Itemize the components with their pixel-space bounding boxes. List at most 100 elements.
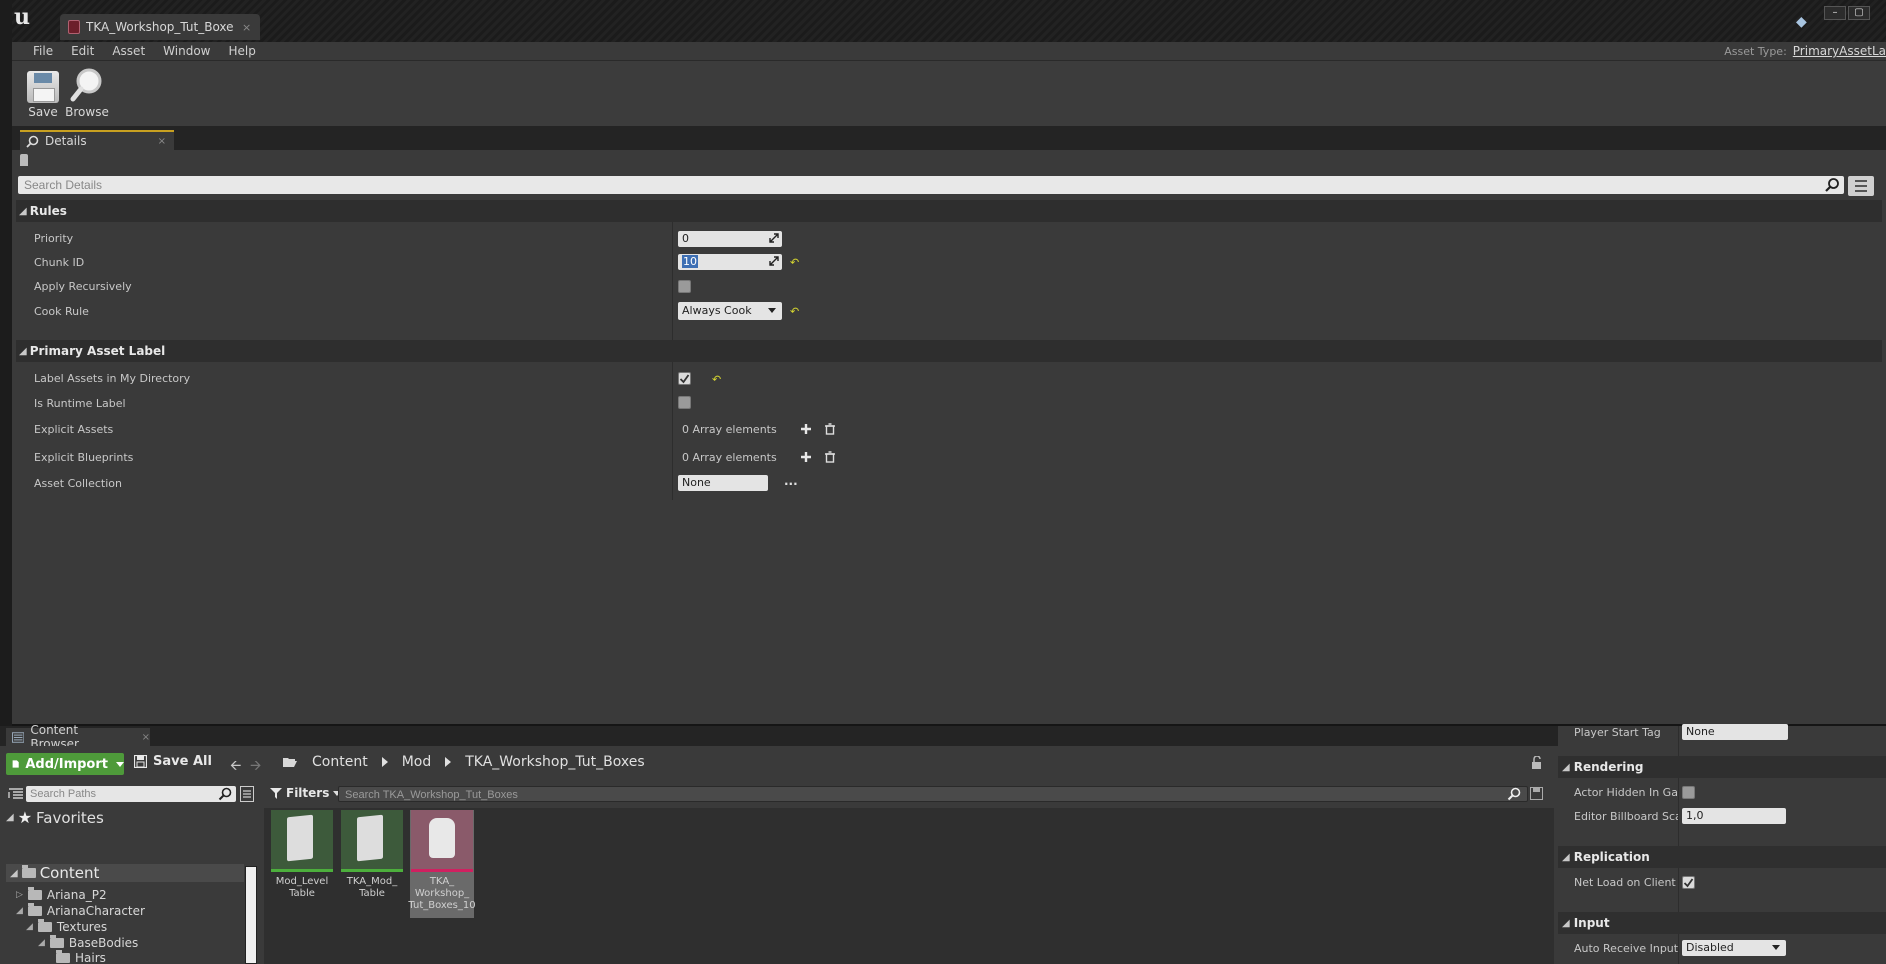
details-tab[interactable]: Details × (20, 130, 174, 150)
content-browser-icon (12, 731, 25, 743)
menu-edit[interactable]: Edit (62, 44, 103, 58)
unreal-logo-icon: u (14, 4, 30, 30)
favorites-section[interactable]: ◢ ★ Favorites (6, 808, 104, 827)
category-replication[interactable]: ◢ Replication (1558, 846, 1886, 868)
folder-icon (56, 950, 70, 963)
property-explicit-blueprints: Explicit Blueprints (16, 445, 1882, 469)
property-chunk-id: Chunk ID (16, 250, 1882, 274)
add-import-button[interactable]: Add/Import (6, 753, 124, 775)
search-paths-input[interactable] (26, 786, 226, 802)
breadcrumb-mod[interactable]: Mod (402, 754, 432, 770)
close-tab-icon[interactable]: × (242, 21, 251, 34)
net-load-checkbox[interactable] (1682, 876, 1695, 889)
player-start-tag-input[interactable]: None (1682, 724, 1788, 740)
close-details-icon[interactable]: × (158, 136, 166, 147)
category-input[interactable]: ◢ Input (1558, 912, 1886, 934)
title-bar[interactable]: u TKA_Workshop_Tut_Boxe × ◆ – ▢ (12, 0, 1886, 42)
category-rendering[interactable]: ◢ Rendering (1558, 756, 1886, 778)
reset-to-default-icon[interactable]: ↶ (790, 256, 799, 269)
minimize-button[interactable]: – (1824, 6, 1846, 20)
reset-to-default-icon[interactable]: ↶ (790, 305, 799, 318)
auto-receive-input-dropdown[interactable]: Disabled (1682, 940, 1786, 956)
tree-item-ariana-p2[interactable]: ▷ Ariana_P2 (16, 887, 107, 902)
tree-item-textures[interactable]: ◢ Textures (26, 919, 107, 934)
add-element-icon[interactable] (800, 423, 812, 435)
sources-toggle-icon[interactable] (8, 788, 24, 800)
tree-item-hairs[interactable]: Hairs (56, 950, 106, 964)
asset-search-input[interactable] (339, 788, 1489, 802)
category-primary-asset-label[interactable]: ◢ Primary Asset Label (16, 340, 1882, 362)
spin-drag-icon[interactable] (769, 256, 779, 266)
add-element-icon[interactable] (800, 451, 812, 463)
content-browser-tab[interactable]: Content Browser × (6, 723, 150, 751)
explicit-assets-label: Explicit Assets (34, 422, 114, 436)
chunk-id-input[interactable]: 10 (678, 254, 782, 270)
category-rendering-label: Rendering (1573, 760, 1644, 774)
breadcrumb-current[interactable]: TKA_Workshop_Tut_Boxes (465, 754, 644, 770)
tree-item-basebodies[interactable]: ◢ BaseBodies (38, 935, 138, 950)
asset-name: Mod_Level Table (275, 876, 329, 899)
label-assets-checkbox[interactable] (678, 372, 691, 385)
trash-icon[interactable] (824, 423, 836, 435)
asset-collection-picker[interactable]: None (678, 475, 768, 491)
more-options-button[interactable]: ... (784, 474, 798, 488)
spin-drag-icon[interactable] (769, 233, 779, 243)
trash-icon[interactable] (824, 451, 836, 463)
asset-type-label: Asset Type: (1724, 44, 1787, 58)
cook-rule-dropdown[interactable]: Always Cook (678, 302, 782, 320)
asset-tile-selected[interactable]: TKA_ Workshop_ Tut_Boxes_10 (408, 810, 476, 918)
asset-editor-window: u TKA_Workshop_Tut_Boxe × ◆ – ▢ File Edi… (12, 0, 1886, 726)
search-details-input[interactable] (18, 176, 1808, 194)
is-runtime-label-checkbox[interactable] (678, 396, 691, 409)
breadcrumb-separator-icon[interactable] (381, 757, 388, 767)
menu-bar: File Edit Asset Window Help (12, 42, 1886, 60)
data-table-thumbnail-icon (341, 810, 403, 872)
filters-button[interactable]: Filters (270, 786, 342, 800)
tutorial-cap-icon[interactable]: ◆ (1796, 14, 1807, 30)
view-options-button[interactable] (1848, 176, 1874, 196)
asset-tile[interactable]: Mod_Level Table (270, 810, 334, 918)
tree-root-content[interactable]: ◢ Content (6, 864, 244, 882)
tree-item-ariana-character[interactable]: ◢ ArianaCharacter (16, 903, 145, 918)
document-tab[interactable]: TKA_Workshop_Tut_Boxe × (60, 14, 260, 40)
menu-window[interactable]: Window (154, 44, 219, 58)
label-assets-label: Label Assets in My Directory (34, 371, 191, 385)
asset-type-link[interactable]: PrimaryAssetLa (1793, 44, 1886, 58)
search-icon[interactable] (1824, 177, 1840, 193)
folder-icon (49, 935, 64, 948)
priority-input[interactable]: 0 (678, 231, 782, 247)
asset-type-indicator: Asset Type: PrimaryAssetLa (1724, 42, 1886, 60)
actor-hidden-checkbox[interactable] (1682, 786, 1695, 799)
search-icon[interactable] (218, 787, 232, 801)
breadcrumb-content[interactable]: Content (312, 754, 368, 770)
save-search-icon[interactable] (1530, 787, 1543, 800)
lock-icon[interactable] (1530, 756, 1544, 770)
lock-icon[interactable] (20, 154, 28, 166)
checkmark-icon (679, 374, 690, 384)
menu-help[interactable]: Help (219, 44, 264, 58)
billboard-scale-input[interactable]: 1,0 (1682, 808, 1786, 824)
asset-collection-value: None (682, 476, 711, 489)
menu-file[interactable]: File (24, 44, 62, 58)
breadcrumb-separator-icon[interactable] (445, 757, 452, 767)
save-all-button[interactable]: Save All (134, 754, 212, 769)
save-button[interactable]: Save (18, 67, 68, 127)
property-label-assets: Label Assets in My Directory (16, 366, 1882, 390)
forward-arrow-icon[interactable]: 🡪 (250, 755, 261, 779)
close-content-browser-icon[interactable]: × (142, 732, 150, 743)
path-view-options-icon[interactable] (240, 786, 254, 802)
expand-arrow-icon: ▷ (16, 890, 23, 900)
back-arrow-icon[interactable]: 🡨 (230, 755, 241, 779)
explicit-blueprints-label: Explicit Blueprints (34, 450, 134, 464)
category-rules[interactable]: ◢ Rules (16, 200, 1882, 222)
browse-button[interactable]: Browse (62, 67, 112, 127)
reset-to-default-icon[interactable]: ↶ (712, 373, 721, 386)
maximize-button[interactable]: ▢ (1848, 6, 1870, 20)
apply-recursively-checkbox[interactable] (678, 280, 691, 293)
asset-collection-label: Asset Collection (34, 476, 122, 490)
folder-open-icon (283, 758, 297, 767)
tree-scrollbar[interactable] (245, 866, 257, 964)
asset-tile[interactable]: TKA_Mod_ Table (340, 810, 404, 918)
menu-asset[interactable]: Asset (103, 44, 154, 58)
search-icon[interactable] (1507, 787, 1521, 801)
